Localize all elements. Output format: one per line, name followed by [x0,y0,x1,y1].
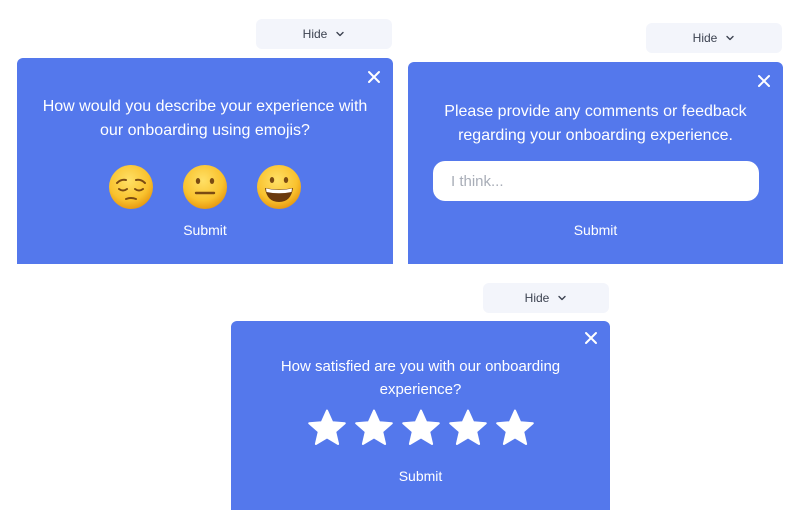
close-icon[interactable] [757,74,771,88]
hide-toggle-button[interactable]: Hide [646,23,782,53]
submit-button[interactable]: Submit [231,468,610,484]
star-4-button[interactable] [448,408,488,448]
chevron-down-icon [558,295,567,301]
grinning-face-emoji-button[interactable] [256,164,302,210]
submit-button[interactable]: Submit [17,222,393,238]
survey-question: How satisfied are you with our onboardin… [280,358,561,398]
hide-label: Hide [302,27,328,41]
star-icon [307,409,346,445]
star-5-button[interactable] [495,408,535,448]
chevron-down-icon [726,35,735,41]
hide-label: Hide [692,31,718,45]
star-3-button[interactable] [401,408,441,448]
chevron-down-icon [336,31,345,37]
text-feedback-widget: Please provide any comments or feedback … [408,62,783,264]
feedback-input[interactable] [433,161,759,201]
hide-toggle-button[interactable]: Hide [256,19,392,49]
star-rating-widget: How satisfied are you with our onboardin… [231,321,610,510]
survey-question: How would you describe your experience w… [42,98,368,139]
survey-question: Please provide any comments or feedback … [444,103,747,144]
close-icon[interactable] [584,331,598,345]
star-icon [495,409,534,445]
star-icon [354,409,393,445]
hide-label: Hide [524,291,550,305]
star-icon [401,409,440,445]
emoji-options [17,164,393,210]
submit-button[interactable]: Submit [408,222,783,238]
star-icon [448,409,487,445]
hide-toggle-button[interactable]: Hide [483,283,609,313]
pensive-face-emoji-button[interactable] [108,164,154,210]
close-icon[interactable] [367,70,381,84]
emoji-survey-widget: How would you describe your experience w… [17,58,393,264]
neutral-face-emoji-button[interactable] [182,164,228,210]
star-2-button[interactable] [354,408,394,448]
star-1-button[interactable] [307,408,347,448]
star-rating [231,408,610,448]
